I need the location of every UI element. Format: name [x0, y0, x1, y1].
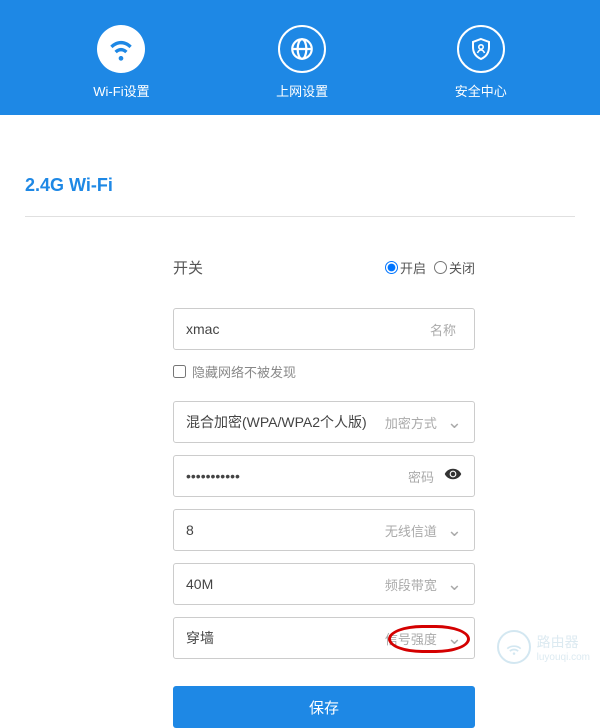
switch-on-label: 开启 — [400, 258, 426, 277]
password-field[interactable]: 密码 — [173, 455, 475, 497]
section-title: 2.4G Wi-Fi — [25, 175, 575, 196]
channel-hint: 无线信道 — [385, 521, 437, 540]
tab-security-label: 安全中心 — [455, 81, 507, 100]
encryption-hint: 加密方式 — [385, 413, 437, 432]
switch-on-radio[interactable] — [385, 261, 398, 274]
switch-off-label: 关闭 — [449, 258, 475, 277]
wifi-form: 开关 开启 关闭 名称 隐藏网络不被发现 加密方式 ⌄ 密码 — [25, 257, 575, 728]
password-hint: 密码 — [408, 467, 434, 486]
tab-wifi-label: Wi-Fi设置 — [93, 81, 149, 100]
hide-network-label: 隐藏网络不被发现 — [192, 362, 296, 381]
tab-security-center[interactable]: 安全中心 — [455, 25, 507, 100]
ssid-field[interactable]: 名称 — [173, 308, 475, 350]
divider — [25, 216, 575, 217]
signal-value[interactable] — [186, 630, 385, 646]
watermark-url: luyouqi.com — [537, 652, 590, 663]
eye-icon[interactable] — [444, 465, 462, 488]
bandwidth-hint: 频段带宽 — [385, 575, 437, 594]
channel-value[interactable] — [186, 522, 385, 538]
switch-off-radio[interactable] — [434, 261, 447, 274]
switch-row: 开关 开启 关闭 — [173, 257, 475, 278]
ssid-hint: 名称 — [430, 320, 456, 339]
signal-strength-field[interactable]: 信号强度 ⌄ — [173, 617, 475, 659]
encryption-field[interactable]: 加密方式 ⌄ — [173, 401, 475, 443]
chevron-down-icon: ⌄ — [447, 628, 462, 649]
active-tab-arrow — [107, 100, 135, 114]
globe-icon — [278, 25, 326, 73]
encryption-value[interactable] — [186, 414, 385, 430]
hide-network-checkbox[interactable] — [173, 365, 186, 378]
tab-internet-label: 上网设置 — [276, 81, 328, 100]
save-button[interactable]: 保存 — [173, 686, 475, 728]
switch-label: 开关 — [173, 257, 377, 278]
bandwidth-field[interactable]: 频段带宽 ⌄ — [173, 563, 475, 605]
bandwidth-value[interactable] — [186, 576, 385, 592]
switch-radio-group: 开启 关闭 — [377, 258, 475, 277]
tab-internet-settings[interactable]: 上网设置 — [276, 25, 328, 100]
shield-icon — [457, 25, 505, 73]
chevron-down-icon: ⌄ — [447, 574, 462, 595]
chevron-down-icon: ⌄ — [447, 520, 462, 541]
ssid-input[interactable] — [186, 321, 430, 337]
watermark-brand: 路由器 — [537, 632, 590, 652]
channel-field[interactable]: 无线信道 ⌄ — [173, 509, 475, 551]
wifi-icon — [97, 25, 145, 73]
tab-wifi-settings[interactable]: Wi-Fi设置 — [93, 25, 149, 100]
signal-hint: 信号强度 — [385, 629, 437, 648]
password-input[interactable] — [186, 468, 408, 484]
watermark: 路由器 luyouqi.com — [497, 630, 590, 664]
header-nav: Wi-Fi设置 上网设置 安全中心 — [0, 0, 600, 115]
chevron-down-icon: ⌄ — [447, 412, 462, 433]
watermark-icon — [497, 630, 531, 664]
hide-network-row[interactable]: 隐藏网络不被发现 — [173, 362, 475, 381]
